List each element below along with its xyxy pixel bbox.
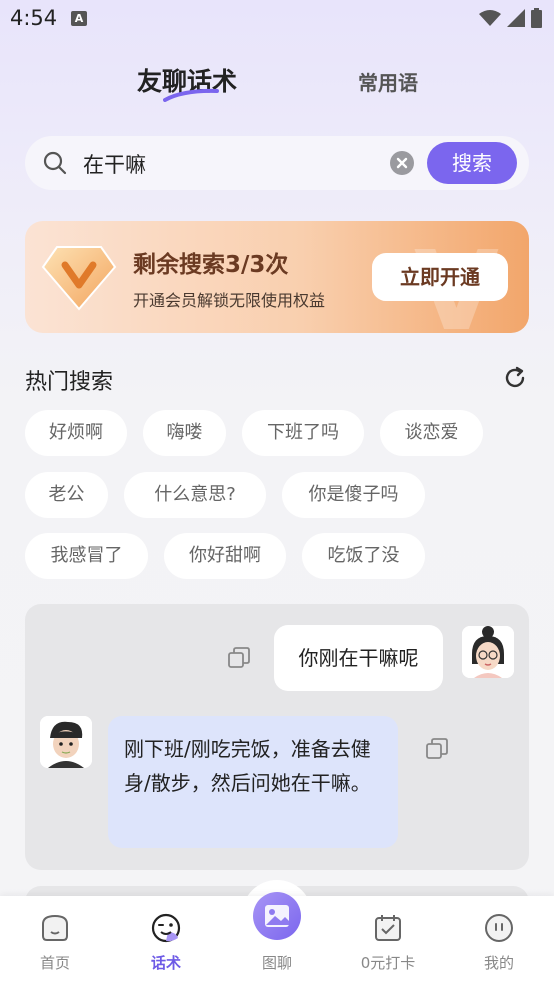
nav-home-label: 首页 — [39, 954, 70, 972]
refresh-icon[interactable] — [503, 366, 527, 390]
notification-a-icon: A — [71, 11, 87, 26]
home-icon — [42, 914, 68, 941]
nav-home[interactable]: 首页 — [10, 896, 100, 984]
calendar-check-icon — [375, 915, 401, 941]
nav-checkin[interactable]: 0元打卡 — [343, 896, 433, 984]
hot-chip[interactable]: 谈恋爱 — [380, 410, 483, 456]
clear-search-button[interactable] — [390, 151, 414, 175]
profile-face-icon — [485, 914, 513, 942]
nav-image-label: 图聊 — [261, 954, 292, 972]
tab-common-phrases[interactable]: 常用语 — [358, 67, 418, 96]
top-tabs: 友聊话术 常用语 — [0, 58, 554, 108]
nav-mine-label: 我的 — [483, 954, 514, 972]
banner-title: 剩余搜索3/3次 — [133, 252, 289, 278]
image-icon — [265, 905, 289, 927]
hot-chip[interactable]: 嗨喽 — [143, 410, 226, 456]
copy-icon[interactable] — [227, 646, 251, 670]
banner-subtitle: 开通会员解锁无限使用权益 — [133, 291, 326, 310]
tab-underline-icon — [163, 88, 219, 102]
status-time: 4:54 — [10, 6, 58, 30]
activate-button[interactable]: 立即开通 — [372, 253, 508, 301]
nav-scripts-label: 话术 — [150, 954, 181, 972]
signal-icon — [507, 9, 525, 27]
hot-chip[interactable]: 我感冒了 — [25, 533, 148, 579]
hot-chip[interactable]: 吃饭了没 — [302, 533, 425, 579]
wink-face-icon — [151, 913, 181, 943]
close-icon — [396, 157, 408, 169]
hot-chip[interactable]: 你是傻子吗 — [282, 472, 425, 518]
search-input[interactable] — [81, 146, 385, 182]
hot-chip[interactable]: 下班了吗 — [242, 410, 364, 456]
hot-chip[interactable]: 什么意思? — [124, 472, 266, 518]
answer-bubble: 刚下班/刚吃完饭，准备去健身/散步，然后问她在干嘛。 — [108, 716, 398, 848]
copy-icon[interactable] — [425, 737, 449, 761]
question-bubble: 你刚在干嘛呢 — [274, 625, 443, 691]
battery-icon — [531, 8, 542, 28]
hot-chip[interactable]: 老公 — [25, 472, 108, 518]
search-icon — [43, 151, 67, 175]
status-bar: 4:54 A — [0, 0, 554, 36]
hot-search-title: 热门搜索 — [25, 370, 114, 395]
hot-chip[interactable]: 好烦啊 — [25, 410, 127, 456]
tab-scripts[interactable]: 友聊话术 — [137, 62, 237, 102]
nav-scripts[interactable]: 话术 — [121, 896, 211, 984]
image-chat-button[interactable] — [253, 892, 301, 940]
nav-mine[interactable]: 我的 — [454, 896, 544, 984]
script-card: 你刚在干嘛呢 刚下班/刚吃完饭，准备去健身/散步，然后问她在干嘛。 — [25, 604, 529, 870]
search-bar: 搜索 — [25, 136, 529, 190]
search-button[interactable]: 搜索 — [427, 142, 517, 184]
male-avatar — [40, 716, 92, 768]
female-avatar — [462, 626, 514, 678]
nav-checkin-label: 0元打卡 — [360, 954, 416, 972]
status-icons — [479, 8, 542, 28]
membership-banner[interactable]: V 剩余搜索3/3次 开通会员解锁无限使用权益 立即开通 — [25, 221, 529, 333]
wifi-icon — [479, 10, 501, 26]
vip-badge-icon — [41, 246, 117, 311]
hot-chip[interactable]: 你好甜啊 — [164, 533, 286, 579]
